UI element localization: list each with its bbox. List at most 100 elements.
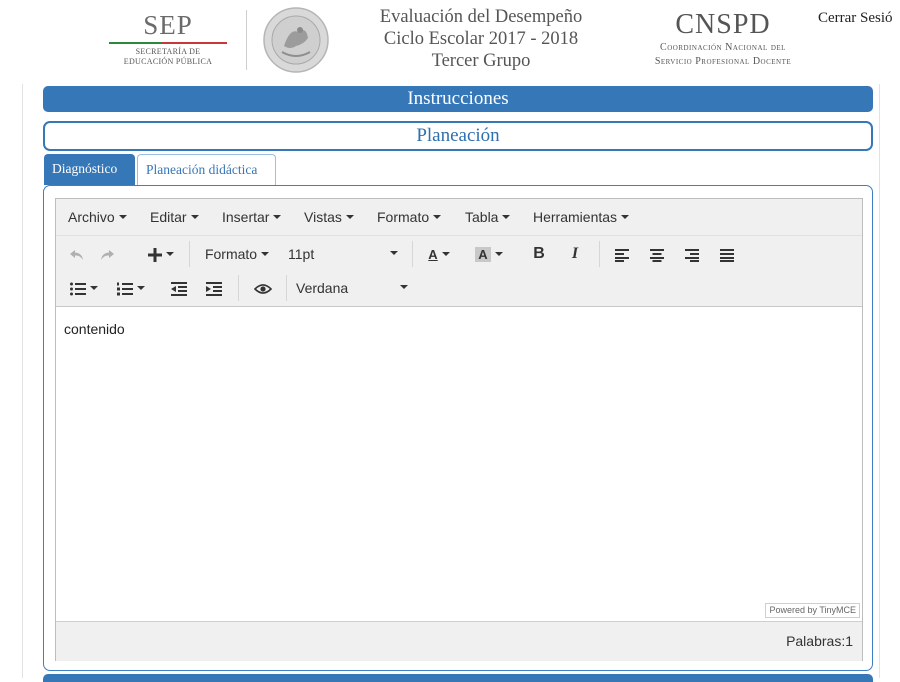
menu-formato-label: Formato bbox=[377, 209, 430, 225]
menu-tabla-label: Tabla bbox=[465, 209, 499, 225]
toolbar-separator bbox=[189, 241, 190, 267]
sep-logo-subtitle-1: SECRETARÍA DE bbox=[135, 47, 201, 56]
italic-button[interactable]: I bbox=[562, 239, 588, 269]
cnspd-logo-subtitle-2: Servicio Profesional Docente bbox=[654, 56, 792, 67]
toolbar-separator bbox=[286, 275, 287, 301]
align-left-icon bbox=[615, 249, 629, 263]
font-size-value: 11pt bbox=[288, 246, 315, 262]
menu-vistas-label: Vistas bbox=[304, 209, 342, 225]
powered-by-tinymce[interactable]: Powered by TinyMCE bbox=[765, 603, 860, 618]
word-count: Palabras:1 bbox=[786, 633, 853, 649]
menu-herramientas-label: Herramientas bbox=[533, 209, 618, 225]
undo-icon bbox=[70, 250, 83, 261]
undo-button[interactable] bbox=[64, 239, 90, 269]
menu-archivo[interactable]: Archivo bbox=[68, 199, 127, 235]
bold-button[interactable]: B bbox=[526, 239, 552, 269]
indent-icon bbox=[206, 282, 222, 297]
align-center-button[interactable] bbox=[644, 239, 670, 269]
chevron-down-icon bbox=[90, 286, 98, 291]
chevron-down-icon bbox=[190, 215, 199, 220]
format-dropdown[interactable]: Formato bbox=[198, 239, 276, 269]
insert-button[interactable] bbox=[140, 239, 182, 269]
chevron-down-icon bbox=[621, 215, 630, 220]
chevron-down-icon bbox=[345, 215, 354, 220]
editor-toolbar: Formato 11pt A A B I Verdana bbox=[56, 236, 862, 307]
align-justify-button[interactable] bbox=[714, 239, 740, 269]
title-line-1: Evaluación del Desempeño bbox=[379, 7, 583, 27]
rich-text-editor: Archivo Editar Insertar Vistas Formato T… bbox=[55, 198, 863, 661]
indent-button[interactable] bbox=[201, 273, 227, 303]
chevron-down-icon bbox=[433, 215, 442, 220]
chevron-down-icon bbox=[261, 252, 270, 257]
tab-planeacion-didactica[interactable]: Planeación didáctica bbox=[137, 154, 276, 185]
chevron-down-icon bbox=[502, 215, 511, 220]
format-dropdown-label: Formato bbox=[204, 246, 258, 262]
align-right-button[interactable] bbox=[679, 239, 705, 269]
menu-vistas[interactable]: Vistas bbox=[304, 199, 354, 235]
align-justify-icon bbox=[720, 249, 734, 263]
sep-logo-stripe bbox=[109, 42, 227, 44]
toolbar-separator bbox=[238, 275, 239, 301]
page-header: SEP SECRETARÍA DE EDUCACIÓN PÚBLICA Eval… bbox=[0, 0, 900, 84]
editor-content-text: contenido bbox=[64, 321, 125, 337]
eye-icon bbox=[253, 284, 273, 295]
chevron-down-icon bbox=[494, 252, 503, 257]
numbered-list-icon bbox=[117, 282, 133, 296]
align-left-button[interactable] bbox=[609, 239, 635, 269]
text-color-button[interactable]: A bbox=[418, 239, 460, 269]
editor-statusbar: Palabras:1 bbox=[56, 621, 862, 661]
coat-of-arms-icon bbox=[262, 6, 330, 74]
menu-tabla[interactable]: Tabla bbox=[465, 199, 511, 235]
chevron-down-icon bbox=[166, 252, 174, 257]
sep-logo-title: SEP bbox=[143, 10, 193, 40]
menu-herramientas[interactable]: Herramientas bbox=[533, 199, 630, 235]
next-section-bar[interactable] bbox=[43, 674, 873, 682]
bullet-list-button[interactable] bbox=[64, 273, 104, 303]
editor-menubar: Archivo Editar Insertar Vistas Formato T… bbox=[56, 199, 862, 236]
logo-divider bbox=[246, 10, 247, 70]
menu-editar[interactable]: Editar bbox=[150, 199, 199, 235]
menu-editar-label: Editar bbox=[150, 209, 187, 225]
sep-logo: SEP SECRETARÍA DE EDUCACIÓN PÚBLICA bbox=[103, 10, 233, 67]
chevron-down-icon bbox=[118, 215, 127, 220]
toolbar-separator bbox=[599, 241, 600, 267]
planeacion-bar[interactable]: Planeación bbox=[43, 121, 873, 151]
outdent-icon bbox=[171, 282, 187, 297]
toolbar-separator bbox=[412, 241, 413, 267]
font-size-select[interactable]: 11pt bbox=[288, 239, 406, 269]
sep-logo-subtitle-2: EDUCACIÓN PÚBLICA bbox=[123, 57, 213, 66]
logout-link[interactable]: Cerrar Sesió bbox=[818, 10, 893, 27]
instructions-bar[interactable]: Instrucciones bbox=[43, 86, 873, 112]
align-center-icon bbox=[650, 249, 664, 263]
title-line-3: Tercer Grupo bbox=[431, 51, 531, 71]
chevron-down-icon bbox=[137, 286, 145, 291]
cnspd-logo: CNSPD Coordinación Nacional del Servicio… bbox=[612, 10, 834, 68]
align-right-icon bbox=[685, 249, 699, 263]
numbered-list-button[interactable] bbox=[110, 273, 152, 303]
chevron-down-icon bbox=[400, 285, 408, 289]
menu-insertar[interactable]: Insertar bbox=[222, 199, 282, 235]
bullet-list-icon bbox=[70, 282, 86, 296]
chevron-down-icon bbox=[441, 252, 450, 257]
plus-icon bbox=[148, 248, 162, 263]
chevron-down-icon bbox=[273, 215, 282, 220]
background-color-icon: A bbox=[475, 247, 491, 262]
font-family-value: Verdana bbox=[296, 280, 349, 296]
cnspd-logo-subtitle-1: Coordinación Nacional del bbox=[660, 42, 786, 53]
outdent-button[interactable] bbox=[166, 273, 192, 303]
chevron-down-icon bbox=[390, 251, 398, 255]
menu-formato[interactable]: Formato bbox=[377, 199, 442, 235]
evaluation-title: Evaluación del Desempeño Ciclo Escolar 2… bbox=[356, 6, 606, 72]
title-line-2: Ciclo Escolar 2017 - 2018 bbox=[383, 29, 579, 49]
menu-archivo-label: Archivo bbox=[68, 209, 115, 225]
text-color-icon: A bbox=[428, 247, 438, 262]
preview-button[interactable] bbox=[250, 273, 276, 303]
redo-button[interactable] bbox=[94, 239, 120, 269]
font-family-select[interactable]: Verdana bbox=[296, 273, 414, 303]
editor-content-area[interactable]: contenido bbox=[56, 307, 862, 612]
menu-insertar-label: Insertar bbox=[222, 209, 270, 225]
cnspd-logo-title: CNSPD bbox=[675, 9, 771, 40]
background-color-button[interactable]: A bbox=[466, 239, 512, 269]
tab-diagnostico[interactable]: Diagnóstico bbox=[44, 154, 135, 185]
redo-icon bbox=[101, 250, 114, 261]
